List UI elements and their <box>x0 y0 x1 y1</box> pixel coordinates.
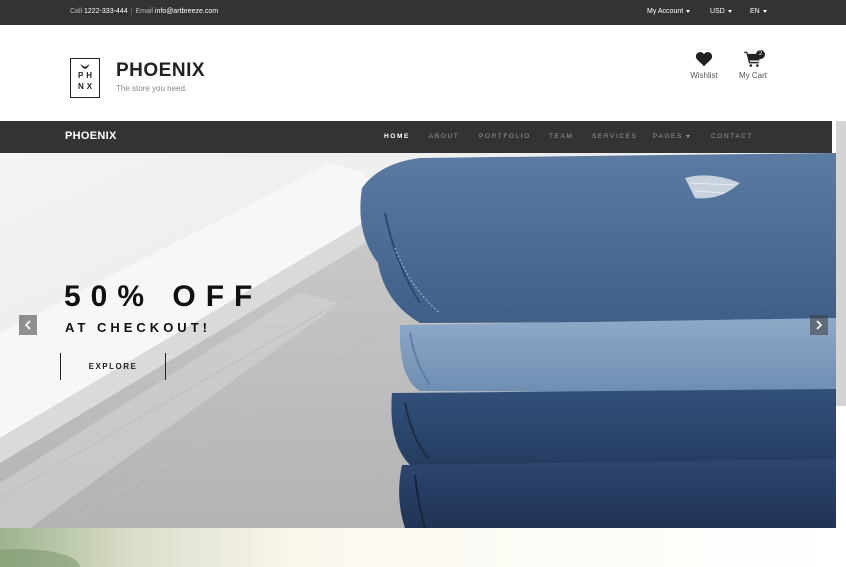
nav-item-about[interactable]: ABOUT <box>429 133 459 140</box>
slider-next-button[interactable] <box>810 315 828 335</box>
top-bar: Call 1222-333-444 | Email info@artbreeze.c… <box>0 0 846 25</box>
heart-icon <box>695 52 713 67</box>
caret-down-icon <box>727 9 732 13</box>
email-label: Email <box>135 8 153 15</box>
caret-down-icon <box>685 134 690 138</box>
wishlist-button[interactable]: Wishlist <box>682 51 726 80</box>
nav-item-home[interactable]: HOME <box>384 133 410 140</box>
explore-button[interactable]: EXPLORE <box>60 353 166 380</box>
divider: | <box>130 8 133 15</box>
main-nav: PHOENIX HOME ABOUT PORTFOLIO TEAM SERVIC… <box>0 121 832 153</box>
language-dropdown[interactable]: EN <box>750 8 767 15</box>
brand-tagline: The store you need. <box>116 84 188 93</box>
contact-info: Call 1222-333-444 | Email info@artbreeze.c… <box>70 8 218 15</box>
logo[interactable]: PH NX <box>70 58 100 98</box>
call-label: Call <box>70 8 83 15</box>
hero-slider: 50% OFF AT CHECKOUT! EXPLORE <box>0 153 836 528</box>
my-account-dropdown[interactable]: My Account <box>647 8 691 15</box>
language-label: EN <box>750 8 760 15</box>
phone-number[interactable]: 1222-333-444 <box>84 8 128 15</box>
hero-title: 50% OFF <box>64 280 263 313</box>
section-image <box>0 528 846 567</box>
brand-name[interactable]: PHOENIX <box>116 60 205 82</box>
logo-letters-bottom: NX <box>77 82 96 91</box>
cart-label: My Cart <box>739 71 767 80</box>
currency-dropdown[interactable]: USD <box>710 8 732 15</box>
nav-item-portfolio[interactable]: PORTFOLIO <box>479 133 531 140</box>
my-account-label: My Account <box>647 8 684 15</box>
chevron-right-icon <box>816 320 823 330</box>
page-edge <box>836 406 846 528</box>
email-link[interactable]: info@artbreeze.com <box>155 8 218 15</box>
nav-pages-label: PAGES <box>653 133 683 140</box>
caret-down-icon <box>762 9 767 13</box>
chevron-left-icon <box>24 320 31 330</box>
bird-icon <box>80 64 90 69</box>
nav-item-contact[interactable]: CONTACT <box>711 133 753 140</box>
site-header: PH NX PHOENIX The store you need. Wishli… <box>0 25 846 121</box>
logo-letters-top: PH <box>77 71 96 80</box>
nav-item-team[interactable]: TEAM <box>549 133 573 140</box>
currency-label: USD <box>710 8 725 15</box>
slider-prev-button[interactable] <box>19 315 37 335</box>
nav-brand[interactable]: PHOENIX <box>65 130 117 142</box>
cart-button[interactable]: 2 My Cart <box>731 50 775 80</box>
caret-down-icon <box>686 9 691 13</box>
wishlist-label: Wishlist <box>690 71 718 80</box>
cart-count-badge: 2 <box>756 50 765 59</box>
scroll-edge <box>836 121 846 406</box>
nav-item-services[interactable]: SERVICES <box>592 133 638 140</box>
nav-item-pages[interactable]: PAGES <box>653 133 690 140</box>
hero-subtitle: AT CHECKOUT! <box>65 320 211 335</box>
hero-image <box>0 153 836 528</box>
next-section-preview <box>0 528 846 567</box>
